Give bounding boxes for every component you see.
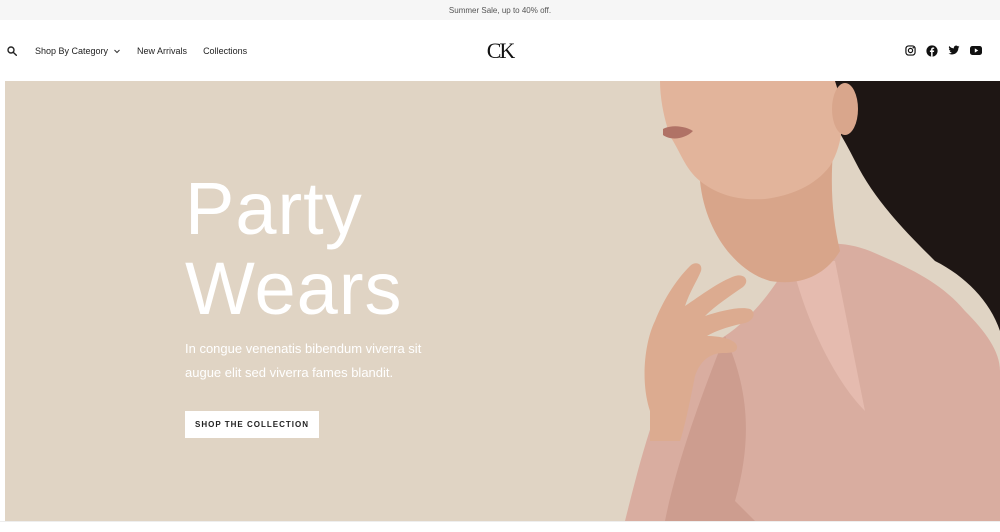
nav-item-label: Shop By Category	[35, 45, 109, 56]
chevron-down-icon	[113, 47, 121, 55]
hero-subtitle-line: augue elit sed viverra fames blandit.	[185, 365, 394, 380]
announcement-text: Summer Sale, up to 40% off.	[448, 5, 552, 15]
hero-banner: Party Wears In congue venenatis bibendum…	[5, 81, 1000, 521]
hero-title: Party Wears	[185, 169, 402, 329]
search-icon[interactable]	[6, 45, 18, 57]
instagram-icon[interactable]	[904, 45, 916, 57]
nav-item-label: Collections	[203, 45, 248, 56]
hero-subtitle-line: In congue venenatis bibendum viverra sit	[185, 341, 422, 356]
twitter-icon[interactable]	[948, 45, 960, 57]
shop-collection-button[interactable]: SHOP THE COLLECTION	[185, 411, 319, 438]
nav-shop-by-category[interactable]: Shop By Category	[35, 46, 121, 56]
hero-model-image	[625, 81, 1000, 521]
brand-logo[interactable]: CK	[475, 20, 525, 81]
hero-title-line: Party	[185, 167, 363, 250]
hero-title-line: Wears	[185, 247, 403, 330]
nav-collections[interactable]: Collections	[203, 46, 247, 56]
logo-text: CK	[486, 37, 516, 63]
social-links	[904, 20, 982, 81]
nav-new-arrivals[interactable]: New Arrivals	[137, 46, 187, 56]
youtube-icon[interactable]	[970, 45, 982, 57]
hero-subtitle: In congue venenatis bibendum viverra sit…	[185, 337, 505, 385]
page-bottom-divider	[0, 521, 1000, 532]
ear-shape	[832, 83, 858, 135]
site-header: Shop By Category New Arrivals Collection…	[0, 20, 1000, 81]
nav-item-label: New Arrivals	[137, 45, 188, 56]
facebook-icon[interactable]	[926, 44, 938, 57]
announcement-bar: Summer Sale, up to 40% off.	[0, 0, 1000, 20]
main-nav: Shop By Category New Arrivals Collection…	[6, 20, 263, 81]
